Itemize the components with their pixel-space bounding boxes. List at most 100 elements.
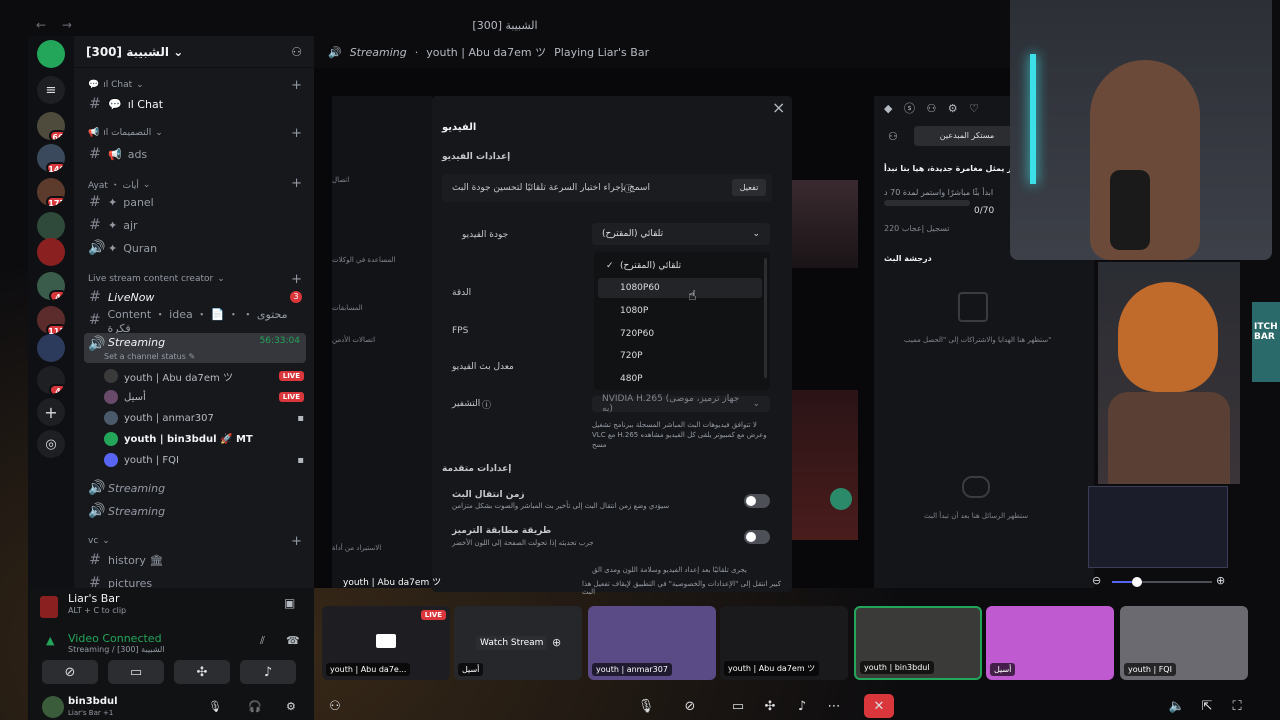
zoom-in-icon[interactable]: ⊕ <box>1216 574 1225 587</box>
voice-channel[interactable]: Streaming / الشبيبة [300] <box>68 645 165 654</box>
fullscreen-icon[interactable]: ⛶ <box>1226 694 1248 718</box>
activities-button[interactable]: ✣ <box>174 660 230 684</box>
add-channel-icon[interactable]: + <box>291 176 302 191</box>
popout-icon[interactable]: ⇱ <box>1196 694 1218 718</box>
voice-user[interactable]: youth | anmar307 ▪ <box>104 408 304 428</box>
stream-tile[interactable]: أسيل <box>986 606 1114 680</box>
user-icon[interactable]: ⚇ <box>888 130 898 143</box>
zoom-out-icon[interactable]: ⊖ <box>1092 574 1101 587</box>
channel-livenow[interactable]: # LiveNow 3 <box>84 287 306 307</box>
watch-stream-button[interactable]: Watch Stream <box>476 636 548 650</box>
server-icon-8[interactable] <box>37 334 65 362</box>
server-icon-3[interactable]: 177 <box>37 178 65 206</box>
channel-chat[interactable]: # 💬 ıl Chat <box>84 94 306 114</box>
invite-icon[interactable] <box>830 488 852 510</box>
server-icon-1[interactable]: 66 <box>37 112 65 140</box>
side-menu-item[interactable]: اتصالات الأدمن <box>332 336 375 344</box>
add-channel-icon[interactable]: + <box>291 534 302 549</box>
server-icon-2[interactable]: 140 <box>37 144 65 172</box>
category-designs[interactable]: 📢 ıl التصميمات ⌄ <box>88 128 163 138</box>
toolbar-icons[interactable]: ◆ ⓢ ⚇ ⚙ ♡ <box>884 100 1014 116</box>
voice-user[interactable]: youth | bin3bdul 🚀 MT <box>104 429 304 449</box>
tab-creator[interactable]: مستكر المبدعين <box>914 126 1020 146</box>
voice-user[interactable]: أسيل LIVE <box>104 387 304 407</box>
stream-tile[interactable]: youth | Abu da7em ツ <box>720 606 848 680</box>
disconnect-icon[interactable]: ☎ <box>286 634 300 647</box>
clip-icon[interactable]: ▣ <box>284 596 295 610</box>
dropdown-option[interactable]: 720P <box>598 346 762 366</box>
stream-tile-speaking[interactable]: youth | bin3bdul <box>854 606 982 680</box>
encoder-select[interactable]: NVIDIA H.265 (جهاز ترميز، موصى به) ⌄ <box>592 394 770 414</box>
scrollbar[interactable] <box>764 258 767 378</box>
dropdown-option[interactable]: 720P60 <box>598 324 762 344</box>
channel-content-idea[interactable]: # Content ・ idea ・ 📄 ・ محتوى ・ فكرة <box>84 308 306 335</box>
quality-select[interactable]: تلقائي (المقترح) ⌄ <box>592 223 770 245</box>
server-icon-7[interactable]: 112 <box>37 306 65 334</box>
channel-ads[interactable]: # 📢 ads <box>84 144 306 164</box>
add-server-icon[interactable]: + <box>37 398 65 426</box>
soundboard-button[interactable]: ♪ <box>240 660 296 684</box>
dropdown-option[interactable]: 1080P <box>598 301 762 321</box>
hamburger-icon[interactable]: ≡ <box>37 76 65 104</box>
add-channel-icon[interactable]: + <box>291 272 302 287</box>
server-icon-9[interactable]: 4 <box>37 366 65 394</box>
stream-tile[interactable]: youth | FQI <box>1120 606 1248 680</box>
voice-status[interactable]: Video Connected <box>68 632 162 645</box>
zoom-slider[interactable]: ⊖ ⊕ <box>1090 574 1230 590</box>
zoom-handle[interactable] <box>1132 577 1142 587</box>
channel-streaming-3[interactable]: 🔊 Streaming <box>84 501 306 521</box>
more-button[interactable]: ⋯ <box>822 694 846 718</box>
channel-streaming-2[interactable]: 🔊 Streaming <box>84 478 306 498</box>
server-icon-home[interactable] <box>37 40 65 68</box>
camera-off-button[interactable]: ⊘ <box>42 660 98 684</box>
stream-tile[interactable]: LIVE youth | Abu da7e... <box>322 606 450 680</box>
camera-button[interactable]: ⊘ <box>672 694 708 718</box>
category-chat[interactable]: 💬 ıl Chat ⌄ <box>88 80 144 90</box>
dropdown-option[interactable]: ✓ تلقائي (المقترح) <box>598 256 762 276</box>
channel-panel[interactable]: # ✦ panel <box>84 192 306 212</box>
voice-user[interactable]: youth | Abu da7em ツ LIVE <box>104 366 304 386</box>
stream-tile[interactable]: Watch Stream ⊕ أسيل <box>454 606 582 680</box>
channel-quran[interactable]: 🔊 ✦ Quran <box>84 238 306 258</box>
volume-icon[interactable]: 🔈 <box>1166 694 1188 718</box>
side-menu-item[interactable]: المسابقات <box>332 304 363 312</box>
channel-history[interactable]: # history 🏛 <box>84 550 306 570</box>
close-icon[interactable]: × <box>772 98 785 117</box>
dropdown-option[interactable]: 1080P60 <box>598 278 762 298</box>
side-menu-item[interactable]: المساعدة في الوكلات <box>332 256 395 264</box>
soundboard-button[interactable]: ♪ <box>790 694 814 718</box>
stream-tile[interactable]: youth | anmar307 <box>588 606 716 680</box>
share-screen-button[interactable]: ▭ <box>108 660 164 684</box>
headphones-icon[interactable]: 🎧 <box>248 700 262 713</box>
enable-button[interactable]: تفعيل <box>732 179 766 196</box>
side-menu-item[interactable]: الاستيراد من أداة <box>332 544 381 552</box>
zoom-track[interactable] <box>1112 581 1212 583</box>
channel-status[interactable]: Set a channel status ✎ <box>104 352 195 361</box>
people-icon[interactable]: ⚇ <box>324 694 346 718</box>
server-icon-6[interactable]: 4 <box>37 272 65 300</box>
disconnect-button[interactable]: ✕ <box>864 694 894 718</box>
server-icon-5[interactable] <box>37 238 65 266</box>
my-username[interactable]: bin3bdul <box>68 696 118 707</box>
mic-button[interactable]: 🎙 <box>628 694 664 718</box>
encoding-toggle[interactable] <box>744 530 770 544</box>
category-ayat[interactable]: Ayat ・ أيات ⌄ <box>88 178 150 192</box>
noise-icon[interactable]: ⫽ <box>260 634 265 648</box>
gear-icon[interactable]: ⚙ <box>286 700 296 713</box>
server-icon-4[interactable] <box>37 212 65 240</box>
add-member-icon[interactable]: ⚇ <box>291 45 302 59</box>
header-user[interactable]: youth | Abu da7em ツ <box>426 44 546 60</box>
channel-pictures[interactable]: # pictures <box>84 573 306 588</box>
discover-icon[interactable]: ◎ <box>37 430 65 458</box>
activities-button[interactable]: ✣ <box>758 694 782 718</box>
category-vc[interactable]: vc ⌄ <box>88 536 110 546</box>
popout-icon[interactable]: ⊕ <box>552 636 561 649</box>
add-channel-icon[interactable]: + <box>291 78 302 93</box>
server-header[interactable]: الشبيبة [300] ⌄ ⚇ <box>74 36 314 68</box>
side-menu-item[interactable]: اتصال <box>332 176 349 184</box>
add-channel-icon[interactable]: + <box>291 126 302 141</box>
mic-icon[interactable]: 🎙 <box>208 700 222 713</box>
avatar[interactable] <box>42 696 64 718</box>
category-live[interactable]: Live stream content creator ⌄ <box>88 274 225 284</box>
latency-toggle[interactable] <box>744 494 770 508</box>
